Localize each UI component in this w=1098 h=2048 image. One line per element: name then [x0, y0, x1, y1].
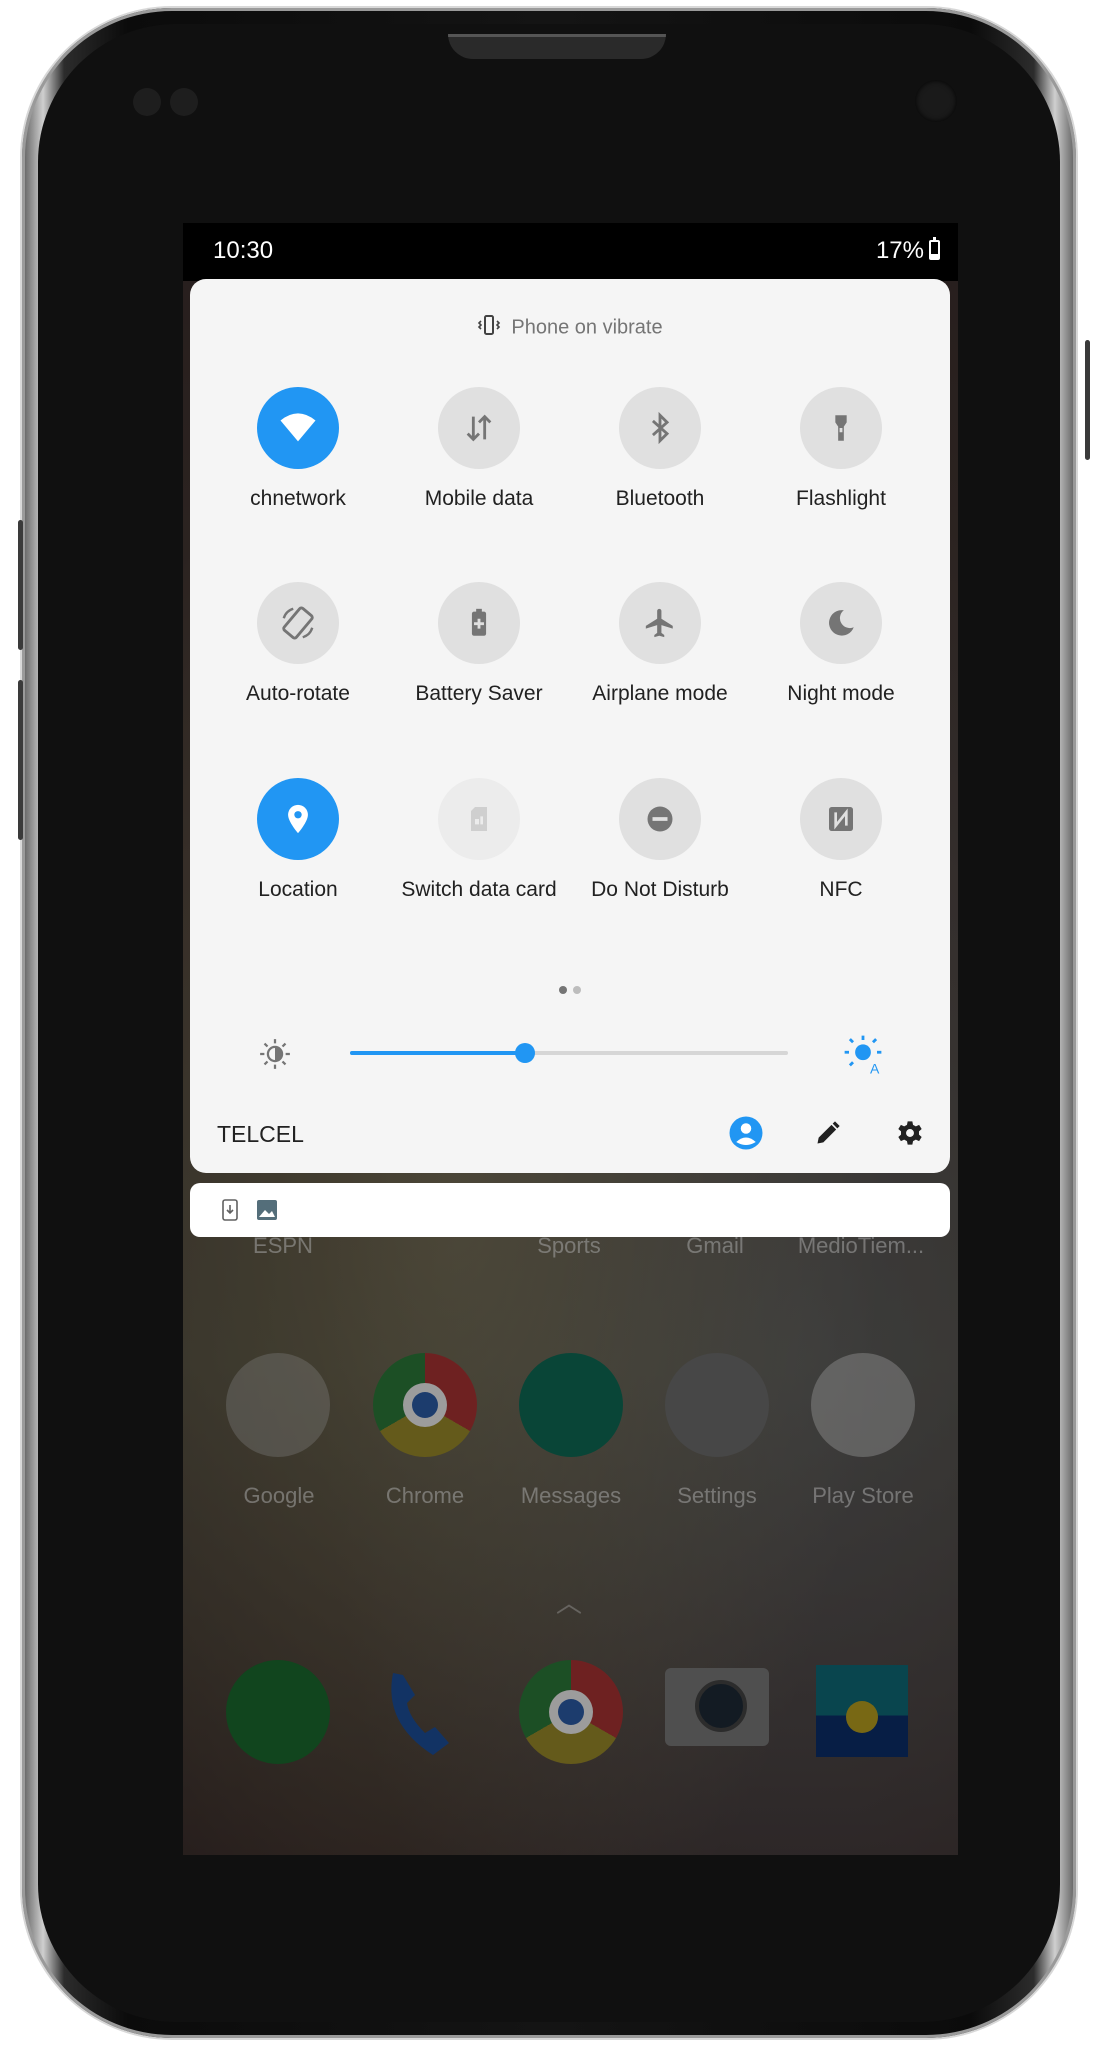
brightness-low-icon	[258, 1037, 292, 1076]
carrier-name: TELCEL	[217, 1121, 304, 1147]
tile-label: Battery Saver	[415, 682, 543, 705]
tile-switch-data-card[interactable]: Switch data card	[389, 778, 569, 902]
earpiece-speaker	[448, 34, 666, 59]
quick-settings-panel: Phone on vibrate chnetwork Mobile data B…	[190, 279, 950, 1173]
tile-label: Mobile data	[424, 487, 534, 510]
tile-label: Bluetooth	[615, 487, 705, 510]
tile-label: Night mode	[787, 682, 895, 705]
airplane-icon	[619, 582, 701, 664]
tile-nfc[interactable]: NFC	[751, 778, 931, 902]
page-dot	[573, 986, 581, 994]
tile-battery-saver[interactable]: Battery Saver	[389, 582, 569, 706]
tile-label: Airplane mode	[592, 682, 728, 705]
download-notification-icon	[222, 1199, 238, 1226]
bluetooth-icon	[619, 387, 701, 469]
sim-card-icon	[438, 778, 520, 860]
volume-button-lower	[18, 680, 23, 840]
light-sensor	[170, 88, 198, 116]
location-pin-icon	[257, 778, 339, 860]
tile-bluetooth[interactable]: Bluetooth	[570, 387, 750, 511]
clock: 10:30	[213, 237, 274, 264]
tile-label: Location	[258, 878, 338, 901]
tile-airplane-mode[interactable]: Airplane mode	[570, 582, 750, 706]
battery-icon	[929, 237, 940, 260]
volume-button	[18, 520, 23, 650]
tile-mobile-data[interactable]: Mobile data	[389, 387, 569, 511]
tile-night-mode[interactable]: Night mode	[751, 582, 931, 706]
page-indicator	[190, 981, 950, 999]
notification-card[interactable]	[190, 1183, 950, 1237]
battery-percentage: 17%	[875, 237, 924, 264]
brightness-row: A	[190, 1031, 950, 1076]
tile-auto-rotate[interactable]: Auto-rotate	[208, 582, 388, 706]
edit-pencil-icon[interactable]	[808, 1113, 848, 1153]
tile-label: Auto-rotate	[246, 682, 350, 705]
page-dot-active	[559, 986, 567, 994]
mobile-data-icon	[438, 387, 520, 469]
nfc-icon	[800, 778, 882, 860]
quick-settings-footer: TELCEL	[190, 1109, 950, 1159]
tile-label: Switch data card	[401, 878, 557, 901]
tile-wifi[interactable]: chnetwork	[208, 387, 388, 511]
auto-brightness-icon[interactable]: A	[842, 1033, 884, 1080]
screen: ESPN Sports Gmail MedioTiem... Google Ch…	[183, 223, 958, 1855]
tile-label: Do Not Disturb	[591, 878, 729, 901]
tile-label: Flashlight	[796, 487, 886, 510]
brightness-slider[interactable]	[350, 1043, 788, 1063]
do-not-disturb-icon	[619, 778, 701, 860]
brightness-slider-thumb[interactable]	[515, 1043, 536, 1063]
auto-rotate-icon	[257, 582, 339, 664]
tile-flashlight[interactable]: Flashlight	[751, 387, 931, 511]
vibrate-icon	[477, 313, 501, 343]
brightness-slider-fill	[350, 1051, 526, 1055]
status-bar: 10:30 17%	[183, 223, 958, 281]
tile-label: chnetwork	[250, 487, 346, 510]
tile-label: NFC	[819, 878, 863, 901]
wifi-icon	[257, 387, 339, 469]
user-account-icon[interactable]	[726, 1113, 766, 1153]
tile-location[interactable]: Location	[208, 778, 388, 902]
front-camera	[915, 80, 957, 122]
tile-do-not-disturb[interactable]: Do Not Disturb	[570, 778, 750, 902]
settings-gear-icon[interactable]	[890, 1113, 930, 1153]
proximity-sensor	[133, 88, 161, 116]
moon-icon	[800, 582, 882, 664]
ringer-mode-label: Phone on vibrate	[511, 316, 663, 339]
image-notification-icon	[256, 1199, 278, 1226]
flashlight-icon	[800, 387, 882, 469]
ringer-mode-status[interactable]: Phone on vibrate	[190, 313, 950, 343]
battery-saver-icon	[438, 582, 520, 664]
power-button	[1085, 340, 1090, 460]
svg-text:A: A	[870, 1060, 880, 1075]
